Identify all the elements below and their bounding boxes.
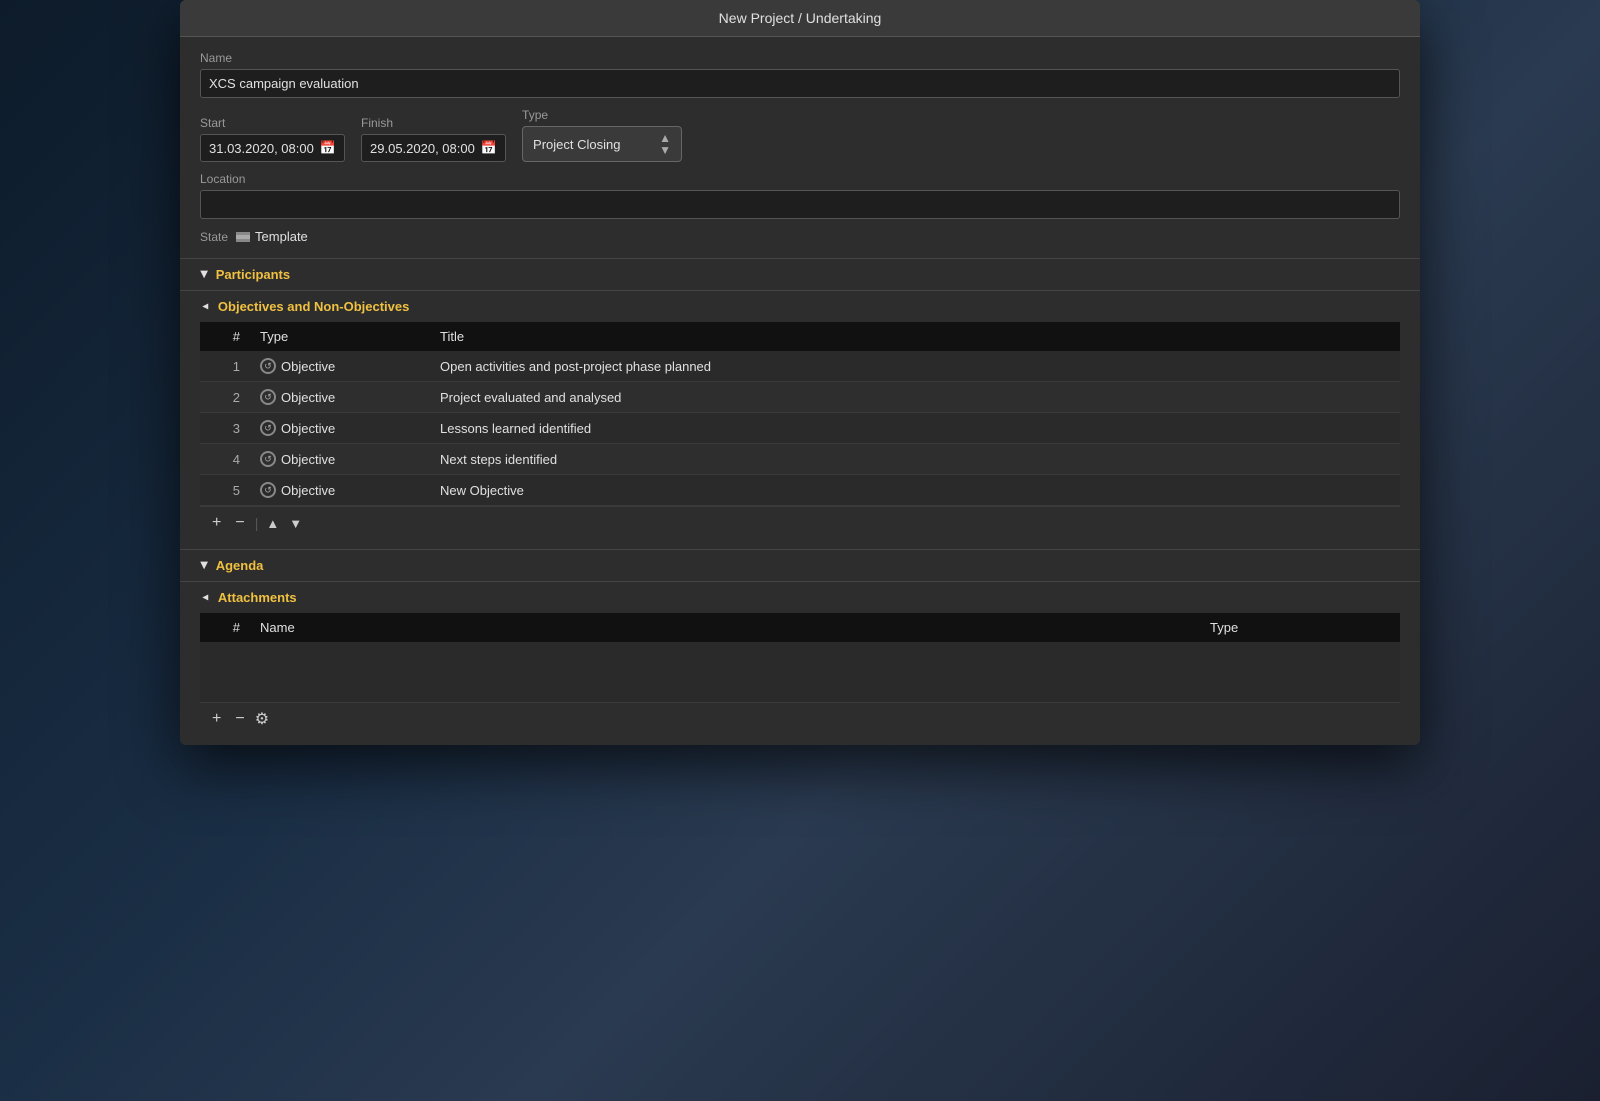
settings-button[interactable]: ⚙ [255,709,269,729]
attachments-toolbar: + − ⚙ [200,702,1400,735]
att-col-num: # [200,613,250,642]
state-row: State Template [200,229,1400,244]
objective-icon: ↺ [260,358,276,374]
finish-date-input[interactable]: 29.05.2020, 08:00 📅 [361,134,506,162]
move-up-button[interactable]: ▲ [264,514,281,533]
move-down-button[interactable]: ▼ [287,514,304,533]
remove-objective-button[interactable]: − [231,513,248,533]
attachments-section-content: # Name Type + − ⚙ [180,613,1420,745]
start-date-input[interactable]: 31.03.2020, 08:00 📅 [200,134,345,162]
att-col-name: Name [250,613,1200,642]
location-label: Location [200,172,1400,186]
finish-label: Finish [361,116,506,130]
attachments-table: # Name Type [200,613,1400,702]
objectives-section-title: Objectives and Non-Objectives [218,299,409,314]
table-row[interactable]: 3 ↺ Objective Lessons learned identified [200,413,1400,444]
type-label: Type [522,108,682,122]
type-chevrons-icon: ▲▼ [659,132,671,156]
type-field-group: Type Project Closing ▲▼ [522,108,682,162]
row-title: Lessons learned identified [430,413,1400,444]
objectives-toolbar: + − | ▲ ▼ [200,506,1400,539]
start-date-value: 31.03.2020, 08:00 [209,141,314,156]
main-window: New Project / Undertaking Name Start 31.… [180,0,1420,745]
table-row[interactable]: 5 ↺ Objective New Objective [200,475,1400,506]
type-text: Objective [281,421,335,436]
template-text: Template [255,229,308,244]
col-header-type: Type [250,322,430,351]
objectives-table-header-row: # Type Title [200,322,1400,351]
remove-attachment-button[interactable]: − [231,709,248,729]
location-input[interactable] [200,190,1400,219]
table-row[interactable]: 4 ↺ Objective Next steps identified [200,444,1400,475]
attachments-section-header[interactable]: Attachments [180,581,1420,613]
form-area: Name Start 31.03.2020, 08:00 📅 Finish 29… [180,37,1420,258]
objective-icon: ↺ [260,389,276,405]
add-attachment-button[interactable]: + [208,709,225,729]
template-badge: Template [236,229,308,244]
row-num: 3 [200,413,250,444]
participants-section-header[interactable]: Participants [180,258,1420,290]
objective-icon: ↺ [260,482,276,498]
attachments-empty-row [200,642,1400,702]
row-title: Next steps identified [430,444,1400,475]
row-type: ↺ Objective [250,413,430,444]
toolbar-divider: | [255,515,259,531]
type-text: Objective [281,452,335,467]
type-select[interactable]: Project Closing ▲▼ [522,126,682,162]
title-bar: New Project / Undertaking [180,0,1420,37]
objective-icon: ↺ [260,420,276,436]
location-field: Location [200,172,1400,219]
objective-icon: ↺ [260,451,276,467]
date-type-row: Start 31.03.2020, 08:00 📅 Finish 29.05.2… [200,108,1400,162]
start-label: Start [200,116,345,130]
objectives-table: # Type Title 1 ↺ Objective Open activiti… [200,322,1400,506]
objectives-arrow-icon [199,302,210,312]
row-num: 1 [200,351,250,382]
col-header-num: # [200,322,250,351]
row-type: ↺ Objective [250,444,430,475]
row-num: 2 [200,382,250,413]
table-row[interactable]: 1 ↺ Objective Open activities and post-p… [200,351,1400,382]
col-header-title: Title [430,322,1400,351]
attachments-arrow-icon [199,593,210,603]
row-title: Open activities and post-project phase p… [430,351,1400,382]
attachments-section-title: Attachments [218,590,297,605]
att-col-type: Type [1200,613,1400,642]
name-input[interactable] [200,69,1400,98]
row-type: ↺ Objective [250,351,430,382]
objectives-section-content: # Type Title 1 ↺ Objective Open activiti… [180,322,1420,549]
participants-arrow-icon [198,271,209,279]
attachments-header-row: # Name Type [200,613,1400,642]
type-text: Objective [281,359,335,374]
add-objective-button[interactable]: + [208,513,225,533]
row-num: 5 [200,475,250,506]
row-title: Project evaluated and analysed [430,382,1400,413]
type-text: Objective [281,390,335,405]
row-type: ↺ Objective [250,382,430,413]
agenda-section-title: Agenda [216,558,264,573]
attachments-empty-cell [200,642,1400,702]
agenda-section-header[interactable]: Agenda [180,549,1420,581]
state-label: State [200,230,228,244]
type-text: Objective [281,483,335,498]
start-calendar-icon[interactable]: 📅 [320,140,336,156]
agenda-arrow-icon [198,562,209,570]
window-title: New Project / Undertaking [719,10,882,26]
finish-field-group: Finish 29.05.2020, 08:00 📅 [361,116,506,162]
row-num: 4 [200,444,250,475]
objectives-section-header[interactable]: Objectives and Non-Objectives [180,290,1420,322]
finish-date-value: 29.05.2020, 08:00 [370,141,475,156]
row-title: New Objective [430,475,1400,506]
finish-calendar-icon[interactable]: 📅 [481,140,497,156]
participants-section-title: Participants [216,267,290,282]
start-field-group: Start 31.03.2020, 08:00 📅 [200,116,345,162]
row-type: ↺ Objective [250,475,430,506]
table-row[interactable]: 2 ↺ Objective Project evaluated and anal… [200,382,1400,413]
type-value: Project Closing [533,137,653,152]
template-icon [236,232,250,242]
name-label: Name [200,51,1400,65]
